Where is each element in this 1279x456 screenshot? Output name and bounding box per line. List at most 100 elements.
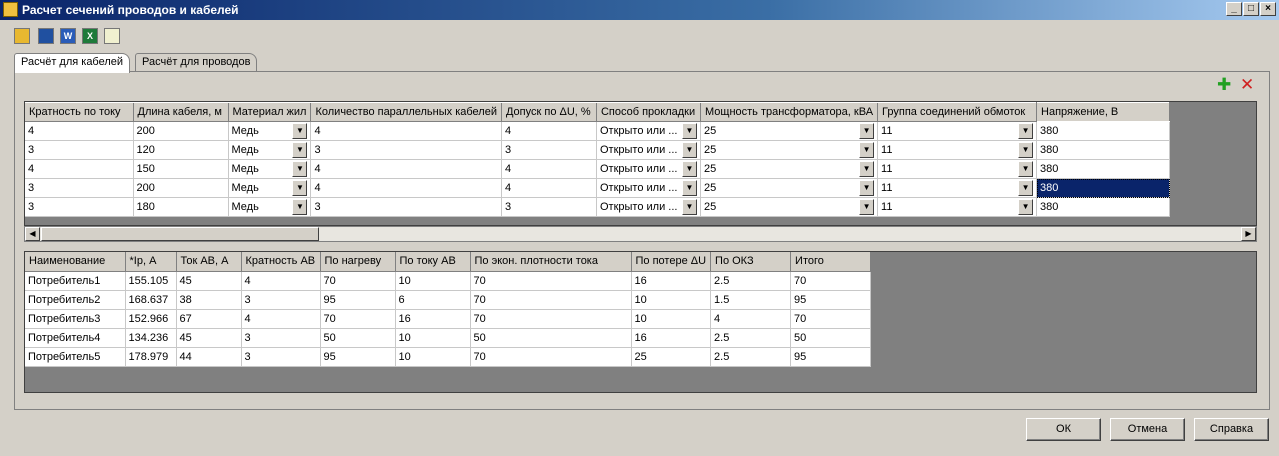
- table-cell[interactable]: 4: [25, 159, 134, 179]
- table-cell[interactable]: 4: [501, 178, 597, 198]
- combo-box[interactable]: Открыто или ... ▼: [600, 141, 697, 159]
- dropdown-arrow-icon[interactable]: ▼: [292, 142, 308, 158]
- dropdown-arrow-icon[interactable]: ▼: [681, 123, 697, 139]
- combo-box[interactable]: 11 ▼: [881, 198, 1034, 216]
- dropdown-arrow-icon[interactable]: ▼: [681, 161, 697, 177]
- column-header[interactable]: Кратность по току: [25, 102, 134, 122]
- table-cell[interactable]: 3: [25, 178, 134, 198]
- table-icon[interactable]: [104, 28, 120, 44]
- table-cell[interactable]: Открыто или ... ▼: [596, 197, 701, 217]
- table-cell[interactable]: 380: [1036, 121, 1171, 141]
- combo-box[interactable]: 25 ▼: [704, 160, 875, 178]
- combo-box[interactable]: 11 ▼: [881, 141, 1034, 159]
- combo-box[interactable]: 11 ▼: [881, 160, 1034, 178]
- table-cell[interactable]: 380: [1036, 140, 1171, 160]
- table-cell[interactable]: Медь ▼: [228, 121, 312, 141]
- table-cell[interactable]: Медь ▼: [228, 197, 312, 217]
- dropdown-arrow-icon[interactable]: ▼: [1018, 180, 1034, 196]
- dropdown-arrow-icon[interactable]: ▼: [292, 199, 308, 215]
- dropdown-arrow-icon[interactable]: ▼: [859, 180, 875, 196]
- table-cell[interactable]: 120: [133, 140, 229, 160]
- table-cell[interactable]: 3: [310, 140, 502, 160]
- combo-box[interactable]: Медь ▼: [232, 160, 308, 178]
- combo-box[interactable]: 11 ▼: [881, 122, 1034, 140]
- tab-cables[interactable]: Расчёт для кабелей: [14, 53, 131, 73]
- table-cell[interactable]: 4: [310, 121, 502, 141]
- table-row[interactable]: Потребитель2 168.637 38 3 95 6 70 10 1.5 95: [25, 290, 872, 310]
- column-header[interactable]: Материал жил: [228, 102, 312, 122]
- column-header[interactable]: По нагреву: [320, 252, 396, 272]
- table-cell[interactable]: 3: [25, 140, 134, 160]
- dropdown-arrow-icon[interactable]: ▼: [681, 199, 697, 215]
- table-cell[interactable]: 3: [501, 197, 597, 217]
- cancel-button[interactable]: Отмена: [1110, 418, 1185, 441]
- table-row[interactable]: Потребитель3 152.966 67 4 70 16 70 10 4 70: [25, 309, 872, 329]
- horizontal-scrollbar[interactable]: ◀ ▶: [24, 226, 1257, 242]
- column-header[interactable]: По ОКЗ: [710, 252, 792, 272]
- dropdown-arrow-icon[interactable]: ▼: [859, 142, 875, 158]
- table-cell[interactable]: 4: [501, 121, 597, 141]
- close-button[interactable]: ×: [1260, 2, 1276, 16]
- combo-box[interactable]: 11 ▼: [881, 179, 1034, 197]
- column-header[interactable]: Кратность АВ: [241, 252, 321, 272]
- add-row-button[interactable]: ✚: [1217, 76, 1231, 94]
- table-cell[interactable]: 380: [1036, 178, 1171, 198]
- table-cell[interactable]: 200: [133, 178, 229, 198]
- column-header[interactable]: Мощность трансформатора, кВА: [700, 102, 879, 122]
- tab-wires[interactable]: Расчёт для проводов: [135, 53, 258, 72]
- dropdown-arrow-icon[interactable]: ▼: [292, 123, 308, 139]
- table-cell[interactable]: Медь ▼: [228, 140, 312, 160]
- minimize-button[interactable]: _: [1226, 2, 1242, 16]
- table-cell[interactable]: 3: [25, 197, 134, 217]
- dropdown-arrow-icon[interactable]: ▼: [1018, 161, 1034, 177]
- scrollbar-thumb[interactable]: [41, 227, 319, 241]
- column-header[interactable]: Допуск по ΔU, %: [501, 102, 597, 122]
- table-cell[interactable]: 11 ▼: [877, 121, 1038, 141]
- table-cell[interactable]: 25 ▼: [700, 121, 879, 141]
- column-header[interactable]: По потере ΔU: [631, 252, 712, 272]
- dropdown-arrow-icon[interactable]: ▼: [681, 180, 697, 196]
- combo-box[interactable]: Медь ▼: [232, 198, 308, 216]
- column-header[interactable]: Способ прокладки: [596, 102, 701, 122]
- combo-box[interactable]: 25 ▼: [704, 179, 875, 197]
- word-export-icon[interactable]: W: [60, 28, 76, 44]
- delete-row-button[interactable]: ✕: [1240, 76, 1254, 94]
- table-row[interactable]: Потребитель4 134.236 45 3 50 10 50 16 2.5 50: [25, 328, 872, 348]
- table-row[interactable]: 3 120 Медь ▼ 3 3 Открыто или ... ▼ 25 ▼ 11 ▼ 380: [25, 140, 1171, 160]
- column-header[interactable]: Группа соединений обмоток: [877, 102, 1038, 122]
- dropdown-arrow-icon[interactable]: ▼: [292, 161, 308, 177]
- combo-box[interactable]: 25 ▼: [704, 122, 875, 140]
- column-header[interactable]: Напряжение, В: [1036, 102, 1171, 122]
- ok-button[interactable]: ОК: [1026, 418, 1101, 441]
- table-cell[interactable]: Открыто или ... ▼: [596, 178, 701, 198]
- table-cell[interactable]: 25 ▼: [700, 197, 879, 217]
- dropdown-arrow-icon[interactable]: ▼: [292, 180, 308, 196]
- column-header[interactable]: Количество параллельных кабелей: [310, 102, 502, 122]
- table-cell[interactable]: 4: [310, 159, 502, 179]
- dropdown-arrow-icon[interactable]: ▼: [681, 142, 697, 158]
- combo-box[interactable]: Открыто или ... ▼: [600, 179, 697, 197]
- combo-box[interactable]: Открыто или ... ▼: [600, 198, 697, 216]
- table-row[interactable]: 3 200 Медь ▼ 4 4 Открыто или ... ▼ 25 ▼ 11 ▼ 380: [25, 178, 1171, 198]
- table-cell[interactable]: 3: [310, 197, 502, 217]
- dropdown-arrow-icon[interactable]: ▼: [1018, 199, 1034, 215]
- combo-box[interactable]: Открыто или ... ▼: [600, 122, 697, 140]
- table-row[interactable]: Потребитель1 155.105 45 4 70 10 70 16 2.5 70: [25, 271, 872, 291]
- table-cell[interactable]: 180: [133, 197, 229, 217]
- column-header[interactable]: По току АВ: [395, 252, 471, 272]
- column-header[interactable]: Длина кабеля, м: [133, 102, 229, 122]
- combo-box[interactable]: Открыто или ... ▼: [600, 160, 697, 178]
- column-header[interactable]: *Iр, А: [125, 252, 177, 272]
- maximize-button[interactable]: □: [1243, 2, 1259, 16]
- combo-box[interactable]: Медь ▼: [232, 179, 308, 197]
- open-folder-icon[interactable]: [14, 28, 30, 44]
- table-row[interactable]: 4 200 Медь ▼ 4 4 Открыто или ... ▼ 25 ▼ 11 ▼ 380: [25, 121, 1171, 141]
- table-cell[interactable]: 11 ▼: [877, 178, 1038, 198]
- column-header[interactable]: Итого: [790, 252, 872, 272]
- table-cell[interactable]: Открыто или ... ▼: [596, 140, 701, 160]
- combo-box[interactable]: Медь ▼: [232, 141, 308, 159]
- table-cell[interactable]: Открыто или ... ▼: [596, 121, 701, 141]
- table-cell[interactable]: 11 ▼: [877, 159, 1038, 179]
- column-header[interactable]: Наименование: [25, 252, 126, 272]
- dropdown-arrow-icon[interactable]: ▼: [859, 199, 875, 215]
